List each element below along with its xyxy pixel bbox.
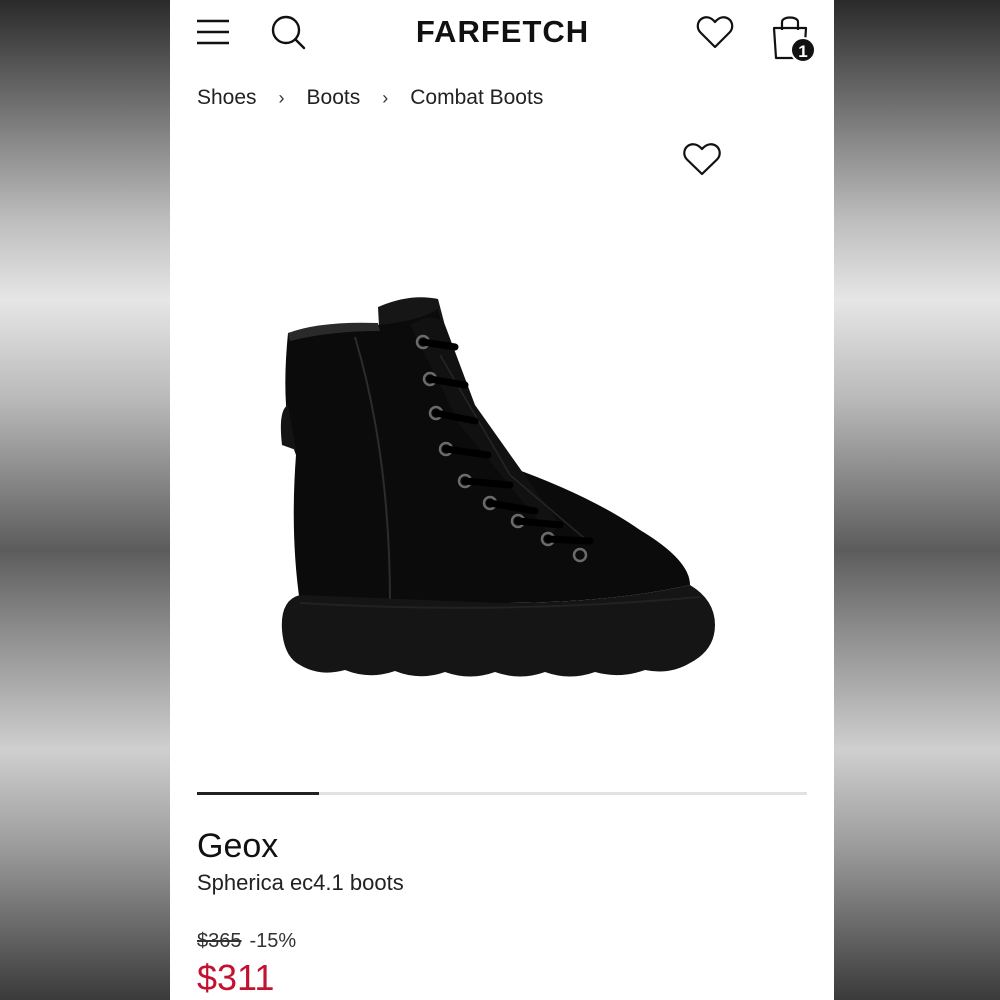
gallery-progress-track xyxy=(197,792,807,795)
breadcrumb: Shoes › Boots › Combat Boots xyxy=(197,84,543,112)
farfetch-logo[interactable]: FARFETCH xyxy=(395,12,610,52)
discount-label: -15% xyxy=(249,930,297,952)
product-page: FARFETCH 1 Shoes › Boots › Combat Boots xyxy=(170,0,834,1000)
background-right xyxy=(834,0,1000,1000)
add-to-wishlist-heart-icon[interactable] xyxy=(682,141,722,177)
breadcrumb-separator: › xyxy=(382,87,389,108)
product-brand[interactable]: Geox xyxy=(197,826,278,866)
breadcrumb-separator: › xyxy=(278,87,285,108)
wishlist-heart-icon[interactable] xyxy=(696,14,734,50)
menu-icon[interactable] xyxy=(196,16,230,48)
breadcrumb-boots[interactable]: Boots xyxy=(307,86,361,110)
search-icon[interactable] xyxy=(270,14,306,50)
background-left xyxy=(0,0,170,1000)
product-name: Spherica ec4.1 boots xyxy=(197,870,404,895)
original-price: $365 xyxy=(197,930,242,952)
product-image-boot xyxy=(280,297,715,677)
product-image-gallery[interactable] xyxy=(170,125,834,775)
original-price-row: $365 -15% xyxy=(197,928,296,954)
sale-price: $311 xyxy=(197,957,275,998)
gallery-progress-fill xyxy=(197,792,319,795)
breadcrumb-shoes[interactable]: Shoes xyxy=(197,86,257,110)
bag-count-badge: 1 xyxy=(790,37,816,63)
top-navigation-bar: FARFETCH 1 xyxy=(170,0,834,70)
breadcrumb-combat-boots[interactable]: Combat Boots xyxy=(410,86,543,110)
